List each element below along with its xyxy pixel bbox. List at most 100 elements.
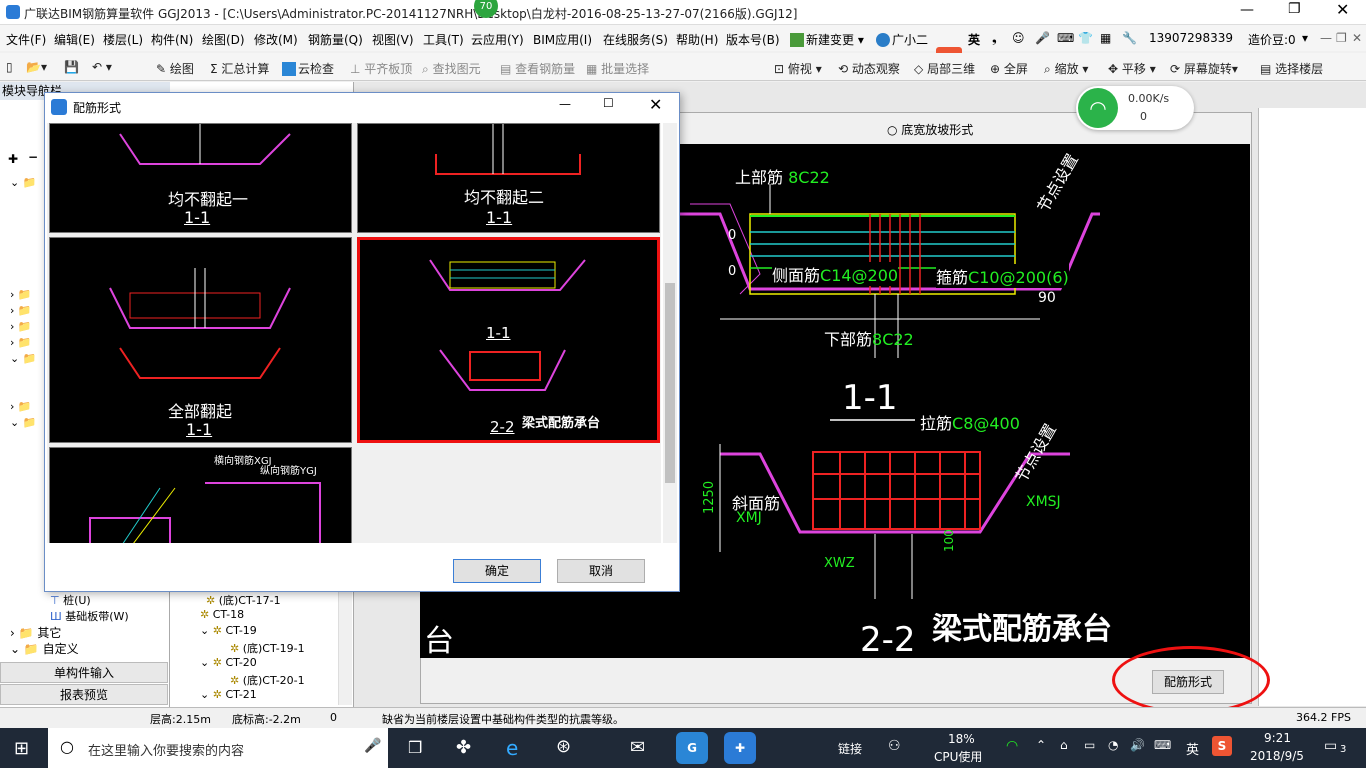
batch-select-button[interactable]: ▦ 批量选择 <box>586 60 649 77</box>
save-icon[interactable]: 💾 <box>64 60 79 74</box>
dynamic-view-button[interactable]: ⟲ 动态观察 <box>838 60 900 77</box>
toolbox-icon[interactable]: ▦ <box>1100 31 1111 45</box>
ok-button[interactable]: 确定 <box>453 559 541 583</box>
mdi-restore[interactable]: ❐ <box>1336 31 1347 45</box>
people-icon[interactable]: ⚇ <box>888 738 901 754</box>
list-item[interactable]: ✲ CT-18 <box>200 608 244 621</box>
open-folder-icon[interactable]: 📂▾ <box>26 60 47 74</box>
cost-beans[interactable]: 造价豆:0 <box>1248 31 1296 48</box>
edge-icon[interactable]: e <box>506 736 518 760</box>
tree-folder-icon[interactable]: › 📁 <box>10 320 32 333</box>
minimize-button[interactable]: — <box>1240 2 1254 18</box>
volume-icon[interactable]: 🔊 <box>1130 738 1145 752</box>
mdi-close[interactable]: ✕ <box>1352 31 1362 45</box>
restore-button[interactable]: ❐ <box>1288 1 1301 17</box>
cancel-button[interactable]: 取消 <box>557 559 645 583</box>
ime-mode[interactable]: 英 <box>968 31 980 48</box>
network-tray-icon[interactable]: ◔ <box>1108 738 1118 752</box>
screen-rotate-button[interactable]: ⟳ 屏幕旋转▾ <box>1170 60 1238 77</box>
option-all-bend[interactable]: 全部翻起 1-1 <box>49 237 352 443</box>
mail-icon[interactable]: ✉ <box>630 737 645 758</box>
list-item[interactable]: ⌄ ✲ CT-21 <box>200 688 257 701</box>
glodon-icon[interactable]: G <box>676 732 708 764</box>
list-item[interactable]: ✲ (底)CT-20-1 <box>230 672 305 688</box>
skin-icon[interactable]: 👕 <box>1078 31 1093 45</box>
menu-bim[interactable]: BIM应用(I) <box>533 31 592 48</box>
tree-folder-icon[interactable]: › 📁 <box>10 336 32 349</box>
app-icon-swirl[interactable]: ⊛ <box>556 736 571 757</box>
menu-tools[interactable]: 工具(T) <box>423 31 464 48</box>
tree-item-pile[interactable]: ⊤ 桩(U) <box>50 592 91 608</box>
clock-time[interactable]: 9:21 <box>1264 731 1291 745</box>
menu-version[interactable]: 版本号(B) <box>726 31 780 48</box>
tree-folder-icon[interactable]: › 📁 <box>10 288 32 301</box>
sogou-tray-icon[interactable]: S <box>1212 736 1232 756</box>
close-button[interactable]: ✕ <box>1336 0 1349 19</box>
windows-start-icon[interactable]: ⊞ <box>14 738 29 759</box>
menu-modify[interactable]: 修改(M) <box>254 31 298 48</box>
option-uniform-no-bend-1[interactable]: 均不翻起一 1-1 <box>49 123 352 233</box>
menu-rebar[interactable]: 钢筋量(Q) <box>308 31 363 48</box>
collapse-icon[interactable]: − <box>28 150 38 164</box>
touch-keyboard-icon[interactable]: ⌨ <box>1154 738 1171 752</box>
action-center-icon[interactable]: ▭ <box>1324 738 1337 754</box>
local-3d-button[interactable]: ◇ 局部三维 <box>914 60 975 77</box>
menu-file[interactable]: 文件(F) <box>6 31 46 48</box>
dialog-maximize[interactable]: ☐ <box>603 96 614 110</box>
menu-new-change[interactable]: 新建变更 ▾ <box>790 31 864 48</box>
tree-item-other[interactable]: › 📁 其它 <box>10 624 61 641</box>
menu-component[interactable]: 构件(N) <box>151 31 193 48</box>
flat-slab-button[interactable]: ⊥ 平齐板顶 <box>350 60 412 77</box>
pan-button[interactable]: ✥ 平移 ▾ <box>1108 60 1156 77</box>
find-element-button[interactable]: ⌕ 查找图元 <box>422 60 481 77</box>
tree-folder-icon[interactable]: ⌄ 📁 <box>10 416 36 429</box>
menu-floor[interactable]: 楼层(L) <box>103 31 143 48</box>
wifi-tray-icon[interactable]: ◠ <box>1006 738 1018 754</box>
mdi-minimize[interactable]: — <box>1320 31 1332 45</box>
taskbar-search[interactable]: ○ 在这里输入你要搜索的内容 🎤 <box>48 728 388 768</box>
menu-draw[interactable]: 绘图(D) <box>202 31 245 48</box>
menu-edit[interactable]: 编辑(E) <box>54 31 95 48</box>
menu-guangxiaoer[interactable]: 广小二 <box>876 31 928 48</box>
dialog-minimize[interactable]: — <box>559 97 571 111</box>
list-item[interactable]: ✲ (底)CT-17-1 <box>206 592 281 608</box>
tree-folder-icon[interactable]: ⌄ 📁 <box>10 352 36 365</box>
draw-button[interactable]: ✎ 绘图 <box>156 60 194 77</box>
battery-icon[interactable]: ▭ <box>1084 738 1095 752</box>
wrench-icon[interactable]: 🔧 <box>1122 31 1137 45</box>
cloud-check-button[interactable]: 云检查 <box>282 60 334 77</box>
tree-folder-icon[interactable]: ⌄ 📁 <box>10 176 36 189</box>
link-label[interactable]: 链接 <box>838 740 862 757</box>
chevron-up-icon[interactable]: ⌃ <box>1036 738 1046 752</box>
undo-icon[interactable]: ↶ ▾ <box>92 60 112 74</box>
emoji-icon[interactable]: ☺ <box>1012 31 1025 45</box>
mic-icon[interactable]: 🎤 <box>364 738 381 754</box>
menu-view[interactable]: 视图(V) <box>372 31 414 48</box>
option-uniform-no-bend-2[interactable]: 均不翻起二 1-1 <box>357 123 660 233</box>
notification-tray-icon[interactable]: ⌂ <box>1060 738 1068 752</box>
dialog-close[interactable]: ✕ <box>649 95 662 114</box>
tree-folder-icon[interactable]: › 📁 <box>10 400 32 413</box>
top-view-button[interactable]: ⊡ 俯视 ▾ <box>774 60 822 77</box>
fan-icon[interactable]: ✤ <box>456 737 471 758</box>
menu-online[interactable]: 在线服务(S) <box>603 31 668 48</box>
sum-calc-button[interactable]: Σ 汇总计算 <box>210 60 269 77</box>
slope-radio[interactable]: ○ 底宽放坡形式 <box>887 121 973 138</box>
tree-item-strip[interactable]: Ш 基础板带(W) <box>50 608 129 624</box>
punct-icon[interactable]: ❟ <box>992 31 997 46</box>
report-preview-tab[interactable]: 报表预览 <box>0 684 168 705</box>
list-item[interactable]: ✲ (底)CT-19-1 <box>230 640 305 656</box>
add-icon[interactable]: ✚ <box>8 152 18 166</box>
clock-date[interactable]: 2018/9/5 <box>1250 749 1304 763</box>
new-file-icon[interactable]: ▯ <box>6 60 13 74</box>
zoom-button[interactable]: ⌕ 缩放 ▾ <box>1044 60 1088 77</box>
mic-icon[interactable]: 🎤 <box>1035 31 1050 45</box>
list-item[interactable]: ⌄ ✲ CT-19 <box>200 624 257 637</box>
menu-help[interactable]: 帮助(H) <box>676 31 718 48</box>
fullscreen-button[interactable]: ⊕ 全屏 <box>990 60 1028 77</box>
active-app-icon[interactable]: ✚ <box>724 732 756 764</box>
single-input-tab[interactable]: 单构件输入 <box>0 662 168 683</box>
option-beam-cap[interactable]: 1-1 2-2 梁式配筋承台 <box>357 237 660 443</box>
keyboard-icon[interactable]: ⌨ <box>1057 31 1074 45</box>
list-item[interactable]: ⌄ ✲ CT-20 <box>200 656 257 669</box>
